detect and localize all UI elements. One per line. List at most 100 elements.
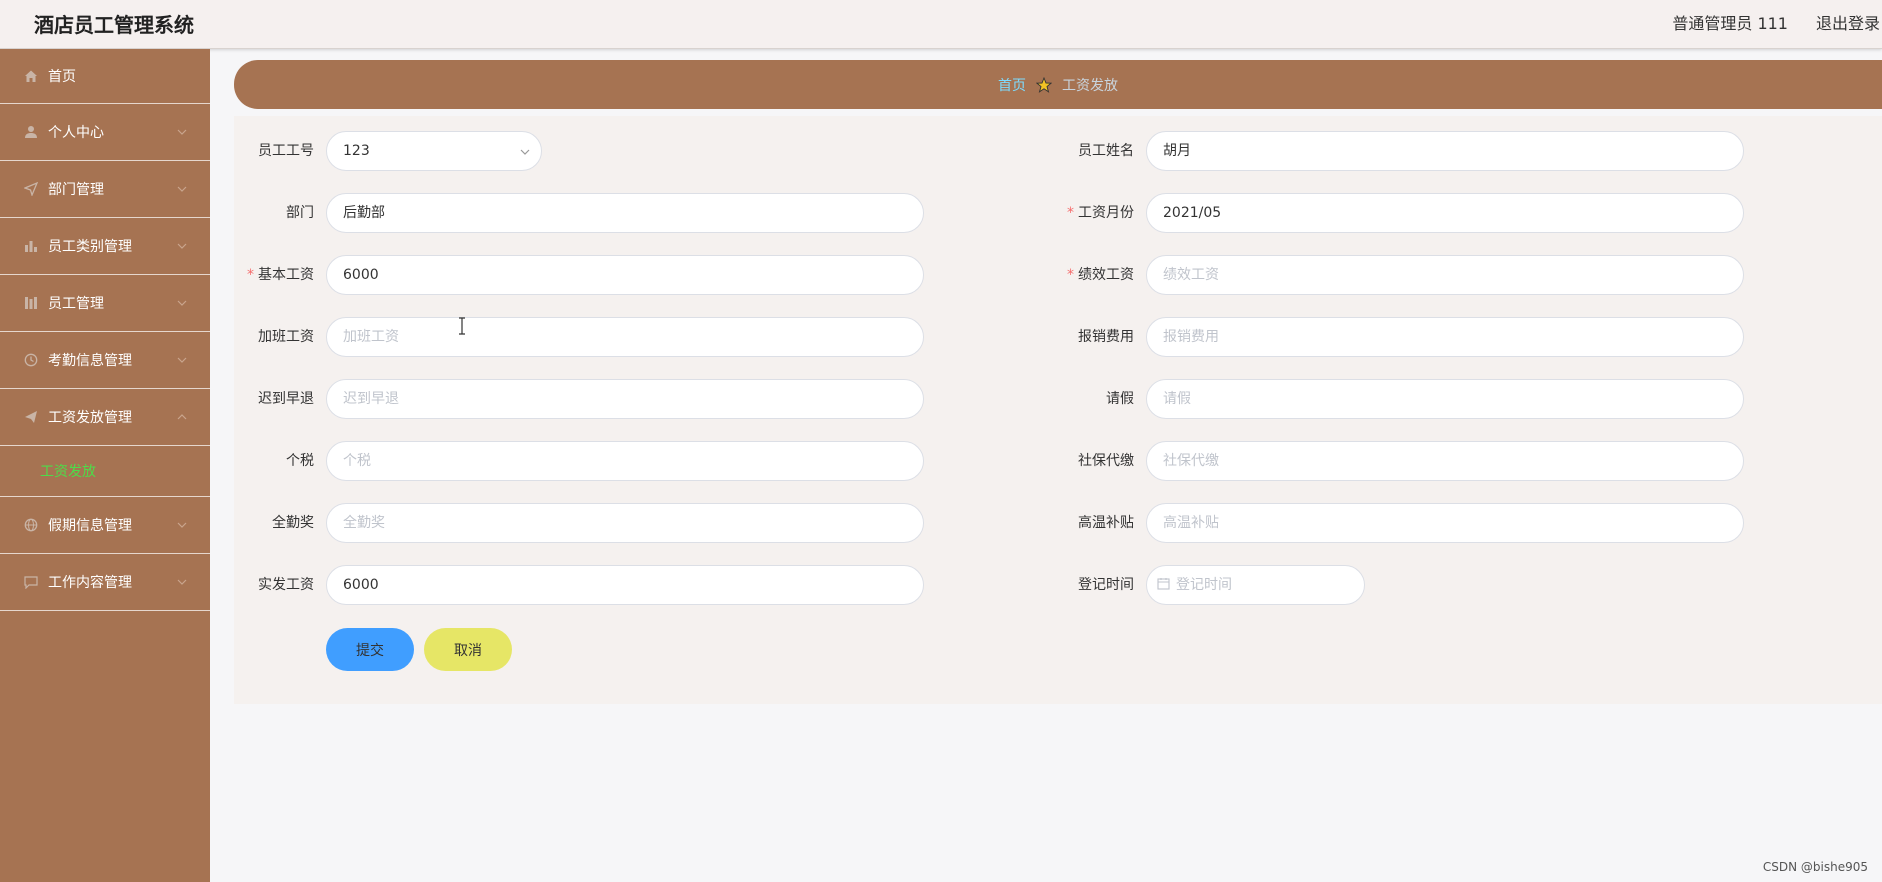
home-icon <box>24 69 38 83</box>
sidebar-item-home[interactable]: 首页 <box>0 49 210 104</box>
sidebar-item-work-content[interactable]: 工作内容管理 <box>0 554 210 611</box>
heat-allowance-field[interactable]: 高温补贴 <box>1146 503 1744 543</box>
overtime-pay-label: 加班工资 <box>258 329 314 345</box>
department-value: 后勤部 <box>343 205 385 221</box>
sidebar-item-label: 员工管理 <box>48 296 104 312</box>
send-icon <box>24 182 38 196</box>
attendance-bonus-label: 全勤奖 <box>272 515 314 531</box>
employee-no-label: 员工工号 <box>258 143 314 159</box>
chevron-down-icon <box>177 186 187 192</box>
employee-no-value: 123 <box>343 143 370 159</box>
breadcrumb-current: 工资发放 <box>1062 77 1118 94</box>
user-icon <box>24 125 38 139</box>
clock-icon <box>24 353 38 367</box>
calendar-icon <box>1157 578 1170 590</box>
chevron-down-icon <box>520 149 530 155</box>
leave-placeholder: 请假 <box>1163 391 1191 407</box>
attendance-bonus-placeholder: 全勤奖 <box>343 515 385 531</box>
sidebar-item-label: 假期信息管理 <box>48 518 132 534</box>
cancel-button[interactable]: 取消 <box>424 628 512 671</box>
star-icon <box>1036 76 1052 93</box>
sidebar-item-label: 部门管理 <box>48 182 104 198</box>
chevron-up-icon <box>177 414 187 420</box>
department-field[interactable]: 后勤部 <box>326 193 924 233</box>
required-mark: * <box>1067 267 1074 283</box>
text-cursor-icon <box>459 317 465 335</box>
chevron-down-icon <box>177 579 187 585</box>
chevron-down-icon <box>177 129 187 135</box>
top-bar: 酒店员工管理系统 普通管理员 111 退出登录 <box>0 0 1882 49</box>
sidebar-item-salary[interactable]: 工资发放管理 <box>0 389 210 446</box>
sidebar-item-holiday[interactable]: 假期信息管理 <box>0 497 210 554</box>
register-time-picker[interactable]: 登记时间 <box>1146 565 1365 605</box>
overtime-pay-field[interactable]: 加班工资 <box>326 317 924 357</box>
overtime-pay-placeholder: 加班工资 <box>343 329 399 345</box>
sidebar-item-profile[interactable]: 个人中心 <box>0 104 210 161</box>
submit-button[interactable]: 提交 <box>326 628 414 671</box>
logout-link[interactable]: 退出登录 <box>1816 10 1880 34</box>
employee-name-label: 员工姓名 <box>1078 143 1134 159</box>
bar-chart-icon <box>24 239 38 253</box>
sidebar-item-label: 个人中心 <box>48 125 104 141</box>
income-tax-field[interactable]: 个税 <box>326 441 924 481</box>
sidebar-item-attendance[interactable]: 考勤信息管理 <box>0 332 210 389</box>
net-pay-field[interactable]: 6000 <box>326 565 924 605</box>
employee-name-value: 胡月 <box>1163 143 1191 159</box>
net-pay-label: 实发工资 <box>258 577 314 593</box>
pay-month-field[interactable]: 2021/05 <box>1146 193 1744 233</box>
reimbursement-placeholder: 报销费用 <box>1163 329 1219 345</box>
pay-month-label: * 工资月份 <box>1067 205 1134 221</box>
globe-icon <box>24 518 38 532</box>
base-salary-field[interactable]: 6000 <box>326 255 924 295</box>
breadcrumb-home[interactable]: 首页 <box>998 75 1026 95</box>
columns-icon <box>24 296 38 310</box>
chevron-down-icon <box>177 300 187 306</box>
sidebar-item-label: 员工类别管理 <box>48 239 132 255</box>
employee-name-field[interactable]: 胡月 <box>1146 131 1744 171</box>
pay-month-value: 2021/05 <box>1163 205 1222 221</box>
register-time-label: 登记时间 <box>1078 577 1134 593</box>
sidebar: 首页 个人中心 部门管理 员工类别管理 员工管理 考勤信息管理 工资发放管理 工… <box>0 49 210 882</box>
chat-icon <box>24 575 38 589</box>
attendance-bonus-field[interactable]: 全勤奖 <box>326 503 924 543</box>
late-early-placeholder: 迟到早退 <box>343 391 399 407</box>
sidebar-item-label: 考勤信息管理 <box>48 353 132 369</box>
sidebar-item-employee-category[interactable]: 员工类别管理 <box>0 218 210 275</box>
sidebar-subitem-salary-payment[interactable]: 工资发放 <box>0 446 210 497</box>
base-salary-value: 6000 <box>343 267 379 283</box>
plane-icon <box>24 410 38 424</box>
performance-pay-field[interactable]: 绩效工资 <box>1146 255 1744 295</box>
social-security-field[interactable]: 社保代缴 <box>1146 441 1744 481</box>
department-label: 部门 <box>286 205 314 221</box>
app-title: 酒店员工管理系统 <box>34 13 194 37</box>
performance-pay-label: * 绩效工资 <box>1067 267 1134 283</box>
sidebar-item-label: 工作内容管理 <box>48 575 132 591</box>
chevron-down-icon <box>177 522 187 528</box>
sidebar-item-employee[interactable]: 员工管理 <box>0 275 210 332</box>
register-time-placeholder: 登记时间 <box>1176 577 1232 593</box>
user-label: 普通管理员 111 <box>1672 14 1788 33</box>
employee-no-select[interactable]: 123 <box>326 131 542 171</box>
income-tax-label: 个税 <box>286 453 314 469</box>
leave-label: 请假 <box>1106 391 1134 407</box>
sidebar-item-label: 首页 <box>48 69 76 85</box>
chevron-down-icon <box>177 243 187 249</box>
heat-allowance-label: 高温补贴 <box>1078 515 1134 531</box>
base-salary-label: * 基本工资 <box>247 267 314 283</box>
leave-field[interactable]: 请假 <box>1146 379 1744 419</box>
net-pay-value: 6000 <box>343 577 379 593</box>
late-early-field[interactable]: 迟到早退 <box>326 379 924 419</box>
breadcrumb: 首页 工资发放 <box>234 60 1882 109</box>
performance-pay-placeholder: 绩效工资 <box>1163 267 1219 283</box>
watermark: CSDN @bishe905 <box>1762 860 1868 874</box>
required-mark: * <box>247 267 254 283</box>
reimbursement-label: 报销费用 <box>1078 329 1134 345</box>
chevron-down-icon <box>177 357 187 363</box>
social-security-label: 社保代缴 <box>1078 453 1134 469</box>
income-tax-placeholder: 个税 <box>343 453 371 469</box>
sidebar-item-department[interactable]: 部门管理 <box>0 161 210 218</box>
reimbursement-field[interactable]: 报销费用 <box>1146 317 1744 357</box>
social-security-placeholder: 社保代缴 <box>1163 453 1219 469</box>
sidebar-item-label: 工资发放管理 <box>48 410 132 426</box>
late-early-label: 迟到早退 <box>258 391 314 407</box>
